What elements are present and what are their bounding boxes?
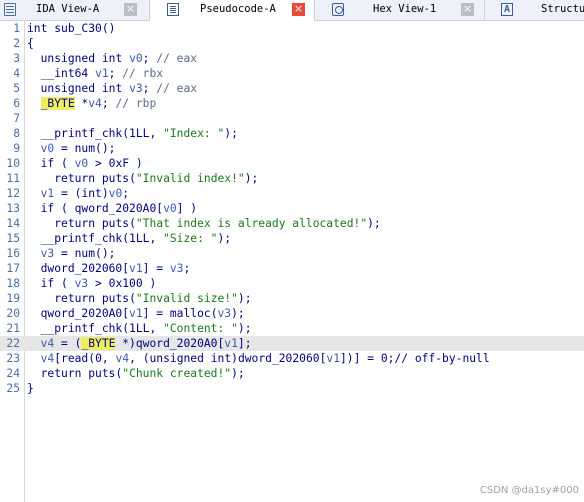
hex-view-icon (332, 3, 344, 16)
line-number: 7 (13, 112, 20, 125)
tab-label: IDA View-A (36, 3, 100, 15)
tab-structures[interactable]: A Structu (485, 0, 584, 20)
code-line[interactable]: 24 return puts("Chunk created!"); (0, 366, 584, 381)
code-text[interactable]: if ( v0 > 0xF ) (27, 156, 143, 171)
code-line[interactable]: 4 __int64 v1; // rbx (0, 66, 584, 81)
line-number: 19 (6, 292, 20, 305)
pseudocode-view[interactable]: 1 int sub_C30() 2{3 unsigned int v0; // ea… (0, 21, 584, 502)
pseudocode-icon (167, 3, 179, 16)
structures-icon: A (501, 3, 513, 16)
code-line[interactable]: 3 unsigned int v0; // eax (0, 51, 584, 66)
code-text[interactable]: v0 = num(); (27, 141, 116, 156)
code-line[interactable]: 7 (0, 111, 584, 126)
code-line[interactable]: 10 if ( v0 > 0xF ) (0, 156, 584, 171)
code-text[interactable]: return puts("Chunk created!"); (27, 366, 245, 381)
line-number: 25 (6, 382, 20, 395)
line-number: 23 (6, 352, 20, 365)
code-text[interactable]: if ( qword_2020A0[v0] ) (27, 201, 197, 216)
line-number: 12 (6, 187, 20, 200)
code-text[interactable]: unsigned int v0; // eax (27, 51, 197, 66)
code-text[interactable]: { (27, 36, 34, 51)
code-text[interactable]: v4 = (_BYTE *)qword_2020A0[v1]; (27, 336, 252, 351)
tab-label: Structu (541, 3, 584, 15)
line-number: 22 (6, 337, 20, 350)
code-line[interactable]: 13 if ( qword_2020A0[v0] ) (0, 201, 584, 216)
line-number: 10 (6, 157, 20, 170)
code-text[interactable]: unsigned int v3; // eax (27, 81, 197, 96)
code-text[interactable]: v4[read(0, v4, (unsigned int)dword_20206… (27, 351, 490, 366)
code-line[interactable]: 23 v4[read(0, v4, (unsigned int)dword_20… (0, 351, 584, 366)
code-text[interactable]: dword_202060[v1] = v3; (27, 261, 191, 276)
line-number: 18 (6, 277, 20, 290)
ida-view-icon (4, 3, 16, 16)
code-line[interactable]: 19 return puts("Invalid size!"); (0, 291, 584, 306)
code-text[interactable]: __int64 v1; // rbx (27, 66, 163, 81)
code-line[interactable]: 25} (0, 381, 584, 396)
code-line[interactable]: 1 int sub_C30() (0, 21, 584, 36)
code-line[interactable]: 20 qword_2020A0[v1] = malloc(v3); (0, 306, 584, 321)
close-icon[interactable]: × (124, 3, 137, 16)
code-line[interactable]: 15 __printf_chk(1LL, "Size: "); (0, 231, 584, 246)
tab-hex-view-1[interactable]: Hex View-1 × (315, 0, 485, 20)
code-line[interactable]: 12 v1 = (int)v0; (0, 186, 584, 201)
tab-pseudocode-a[interactable]: Pseudocode-A × (150, 0, 315, 21)
line-number: 13 (6, 202, 20, 215)
code-text[interactable]: if ( v3 > 0x100 ) (27, 276, 157, 291)
line-number: 16 (6, 247, 20, 260)
tab-label: Pseudocode-A (200, 3, 276, 15)
line-number: 2 (13, 37, 20, 50)
code-line[interactable]: 5 unsigned int v3; // eax (0, 81, 584, 96)
code-text[interactable]: __printf_chk(1LL, "Size: "); (27, 231, 231, 246)
code-line[interactable]: 6 _BYTE *v4; // rbp (0, 96, 584, 111)
code-line[interactable]: 22 v4 = (_BYTE *)qword_2020A0[v1]; (0, 336, 584, 351)
code-text[interactable]: v3 = num(); (27, 246, 116, 261)
close-icon[interactable]: × (461, 3, 474, 16)
tab-bar: IDA View-A × Pseudocode-A × Hex View-1 ×… (0, 0, 584, 21)
line-number: 17 (6, 262, 20, 275)
line-number: 15 (6, 232, 20, 245)
code-line[interactable]: 21 __printf_chk(1LL, "Content: "); (0, 321, 584, 336)
code-line[interactable]: 9 v0 = num(); (0, 141, 584, 156)
code-text[interactable]: return puts("That index is already alloc… (27, 216, 381, 231)
watermark: CSDN @da1sy#000 (479, 485, 579, 496)
tab-label: Hex View-1 (373, 3, 437, 15)
tab-ida-view-a[interactable]: IDA View-A × (0, 0, 150, 20)
line-number: 6 (13, 97, 20, 110)
code-text[interactable]: } (27, 381, 34, 396)
code-line[interactable]: 14 return puts("That index is already al… (0, 216, 584, 231)
line-number: 5 (13, 82, 20, 95)
code-text[interactable]: qword_2020A0[v1] = malloc(v3); (27, 306, 245, 321)
line-number: 11 (6, 172, 20, 185)
code-text[interactable]: return puts("Invalid index!"); (27, 171, 258, 186)
line-number: 14 (6, 217, 20, 230)
line-number: 8 (13, 127, 20, 140)
line-number: 4 (13, 67, 20, 80)
line-number: 20 (6, 307, 20, 320)
code-text[interactable]: int sub_C30() (27, 21, 115, 36)
code-line[interactable]: 17 dword_202060[v1] = v3; (0, 261, 584, 276)
line-number: 9 (13, 142, 20, 155)
close-icon[interactable]: × (292, 3, 305, 16)
code-line[interactable]: 11 return puts("Invalid index!"); (0, 171, 584, 186)
code-text[interactable]: v1 = (int)v0; (27, 186, 129, 201)
code-line[interactable]: 18 if ( v3 > 0x100 ) (0, 276, 584, 291)
code-text[interactable]: _BYTE *v4; // rbp (27, 96, 156, 111)
line-number: 3 (13, 52, 20, 65)
line-number: 21 (6, 322, 20, 335)
code-text[interactable]: __printf_chk(1LL, "Index: "); (27, 126, 238, 141)
code-line[interactable]: 2{ (0, 36, 584, 51)
code-text[interactable]: __printf_chk(1LL, "Content: "); (27, 321, 252, 336)
line-number: 1 (13, 22, 20, 35)
code-line[interactable]: 8 __printf_chk(1LL, "Index: "); (0, 126, 584, 141)
code-line[interactable]: 16 v3 = num(); (0, 246, 584, 261)
line-number: 24 (6, 367, 20, 380)
code-text[interactable]: return puts("Invalid size!"); (27, 291, 251, 306)
